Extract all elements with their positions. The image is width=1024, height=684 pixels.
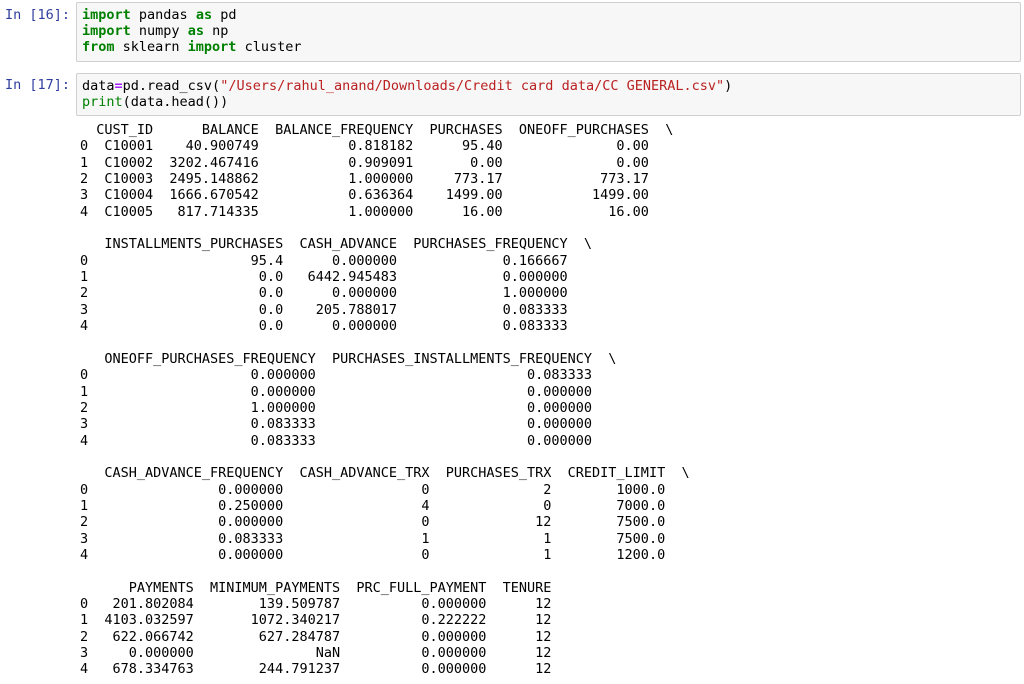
output-line: 0 95.4 0.000000 0.166667 <box>80 252 593 269</box>
output-line: 3 0.083333 1 1 7500.0 <box>80 530 690 547</box>
output-line: 0 201.802084 139.509787 0.000000 12 <box>80 595 568 612</box>
code-token: from <box>82 39 115 55</box>
output-line: 3 0.0 205.788017 0.083333 <box>80 301 593 318</box>
output-line: 4 0.000000 0 1 1200.0 <box>80 546 690 563</box>
code-line: data=pd.read_csv("/Users/rahul_anand/Dow… <box>82 78 1020 94</box>
cell-output: CUST_ID BALANCE BALANCE_FREQUENCY PURCHA… <box>80 122 690 678</box>
output-line: 4 C10005 817.714335 1.000000 16.00 16.00 <box>80 203 674 220</box>
output-line: INSTALLMENTS_PURCHASES CASH_ADVANCE PURC… <box>80 236 593 253</box>
code-editor[interactable]: import pandas as pd import numpy as np f… <box>76 2 1021 62</box>
output-line: 4 0.083333 0.000000 <box>80 432 617 449</box>
code-token: "/Users/rahul_anand/Downloads/Credit car… <box>220 78 725 94</box>
output-line: 4 678.334763 244.791237 0.000000 12 <box>80 661 568 678</box>
code-cell-16[interactable]: In [16]: import pandas as pd import nump… <box>0 0 1024 62</box>
output-line: 1 C10002 3202.467416 0.909091 0.00 0.00 <box>80 154 674 171</box>
code-token: pd <box>212 7 237 23</box>
code-token: sklearn <box>114 39 188 55</box>
code-token: pd.read_csv( <box>122 78 221 94</box>
output-line: 2 622.066742 627.284787 0.000000 12 <box>80 628 568 645</box>
code-line: import pandas as pd <box>82 7 1020 23</box>
output-line: CUST_ID BALANCE BALANCE_FREQUENCY PURCHA… <box>80 122 674 138</box>
code-cell-17[interactable]: In [17]: data=pd.read_csv("/Users/rahul_… <box>0 70 1024 118</box>
code-token: pandas <box>130 7 196 23</box>
output-line: 0 0.000000 0 2 1000.0 <box>80 481 690 498</box>
output-line: 1 4103.032597 1072.340217 0.222222 12 <box>80 612 568 629</box>
code-token: as <box>187 23 204 39</box>
code-token: = <box>114 78 123 94</box>
output-line: 0 0.000000 0.083333 <box>80 367 617 384</box>
code-token: np <box>203 23 229 39</box>
output-line: 2 0.000000 0 12 7500.0 <box>80 514 690 531</box>
code-token: as <box>195 7 213 23</box>
input-prompt: In [17]: <box>5 77 71 93</box>
code-line: print(data.head()) <box>82 94 1020 110</box>
output-line: 1 0.250000 4 0 7000.0 <box>80 497 690 514</box>
code-token: ) <box>724 78 733 94</box>
output-line: 0 C10001 40.900749 0.818182 95.40 0.00 <box>80 138 674 155</box>
output-line: 1 0.000000 0.000000 <box>80 383 617 400</box>
output-line: 2 C10003 2495.148862 1.000000 773.17 773… <box>80 171 674 188</box>
code-token: print <box>82 94 123 110</box>
output-line: 1 0.0 6442.945483 0.000000 <box>80 269 593 286</box>
output-line: 3 0.000000 NaN 0.000000 12 <box>80 645 568 661</box>
output-line: CASH_ADVANCE_FREQUENCY CASH_ADVANCE_TRX … <box>80 465 690 482</box>
code-editor[interactable]: data=pd.read_csv("/Users/rahul_anand/Dow… <box>76 73 1021 116</box>
output-line: PAYMENTS MINIMUM_PAYMENTS PRC_FULL_PAYME… <box>80 579 568 596</box>
code-line: import numpy as np <box>82 23 1020 39</box>
code-token: import <box>82 7 131 23</box>
output-line: 3 0.083333 0.000000 <box>80 416 617 433</box>
code-token: numpy <box>130 23 188 39</box>
code-token: data <box>82 78 115 94</box>
code-token: cluster <box>236 39 302 55</box>
code-token: import <box>187 39 237 55</box>
output-line: 2 0.0 0.000000 1.000000 <box>80 285 593 302</box>
output-line: 4 0.0 0.000000 0.083333 <box>80 318 593 335</box>
code-token: import <box>82 23 131 39</box>
output-line: ONEOFF_PURCHASES_FREQUENCY PURCHASES_INS… <box>80 350 617 367</box>
code-token: (data.head()) <box>122 94 229 110</box>
code-line: from sklearn import cluster <box>82 39 1020 55</box>
input-prompt: In [16]: <box>5 7 71 23</box>
output-line: 3 C10004 1666.670542 0.636364 1499.00 14… <box>80 187 674 204</box>
output-line: 2 1.000000 0.000000 <box>80 399 617 416</box>
